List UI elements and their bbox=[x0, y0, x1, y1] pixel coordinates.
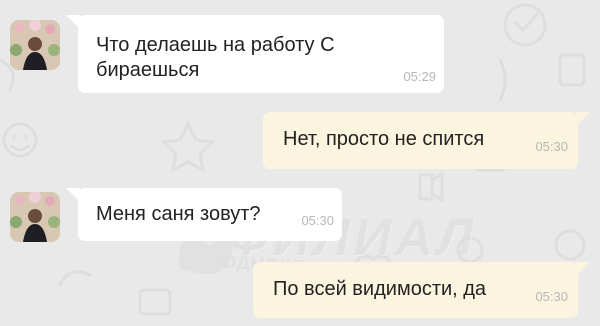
message-text: По всей видимости, да bbox=[273, 278, 487, 300]
incoming-message[interactable]: Что делаешь на работу С бираешься 05:29 bbox=[66, 15, 444, 93]
message-time: 05:30 bbox=[535, 139, 568, 154]
avatar[interactable] bbox=[10, 192, 60, 242]
outgoing-message[interactable]: По всей видимости, да 05:30 bbox=[253, 262, 590, 318]
message-text: Нет, просто не спится bbox=[283, 128, 485, 150]
avatar[interactable] bbox=[10, 20, 60, 70]
message-time: 05:30 bbox=[535, 289, 568, 304]
bubble-tail bbox=[66, 188, 80, 202]
bubble-tail bbox=[66, 15, 80, 29]
bubble-tail bbox=[576, 262, 590, 276]
avatar-photo-icon bbox=[10, 192, 60, 242]
message-text-line: Что делаешь на работу С bbox=[96, 34, 335, 56]
message-text-line: бираешься bbox=[96, 59, 200, 81]
outgoing-message[interactable]: Нет, просто не спится 05:30 bbox=[263, 112, 590, 169]
bubble-tail bbox=[576, 112, 590, 126]
message-time: 05:30 bbox=[301, 213, 334, 228]
avatar-photo-icon bbox=[10, 20, 60, 70]
message-text: Меня саня зовут? bbox=[96, 203, 261, 225]
incoming-message[interactable]: Меня саня зовут? 05:30 bbox=[66, 188, 342, 241]
message-time: 05:29 bbox=[403, 69, 436, 84]
